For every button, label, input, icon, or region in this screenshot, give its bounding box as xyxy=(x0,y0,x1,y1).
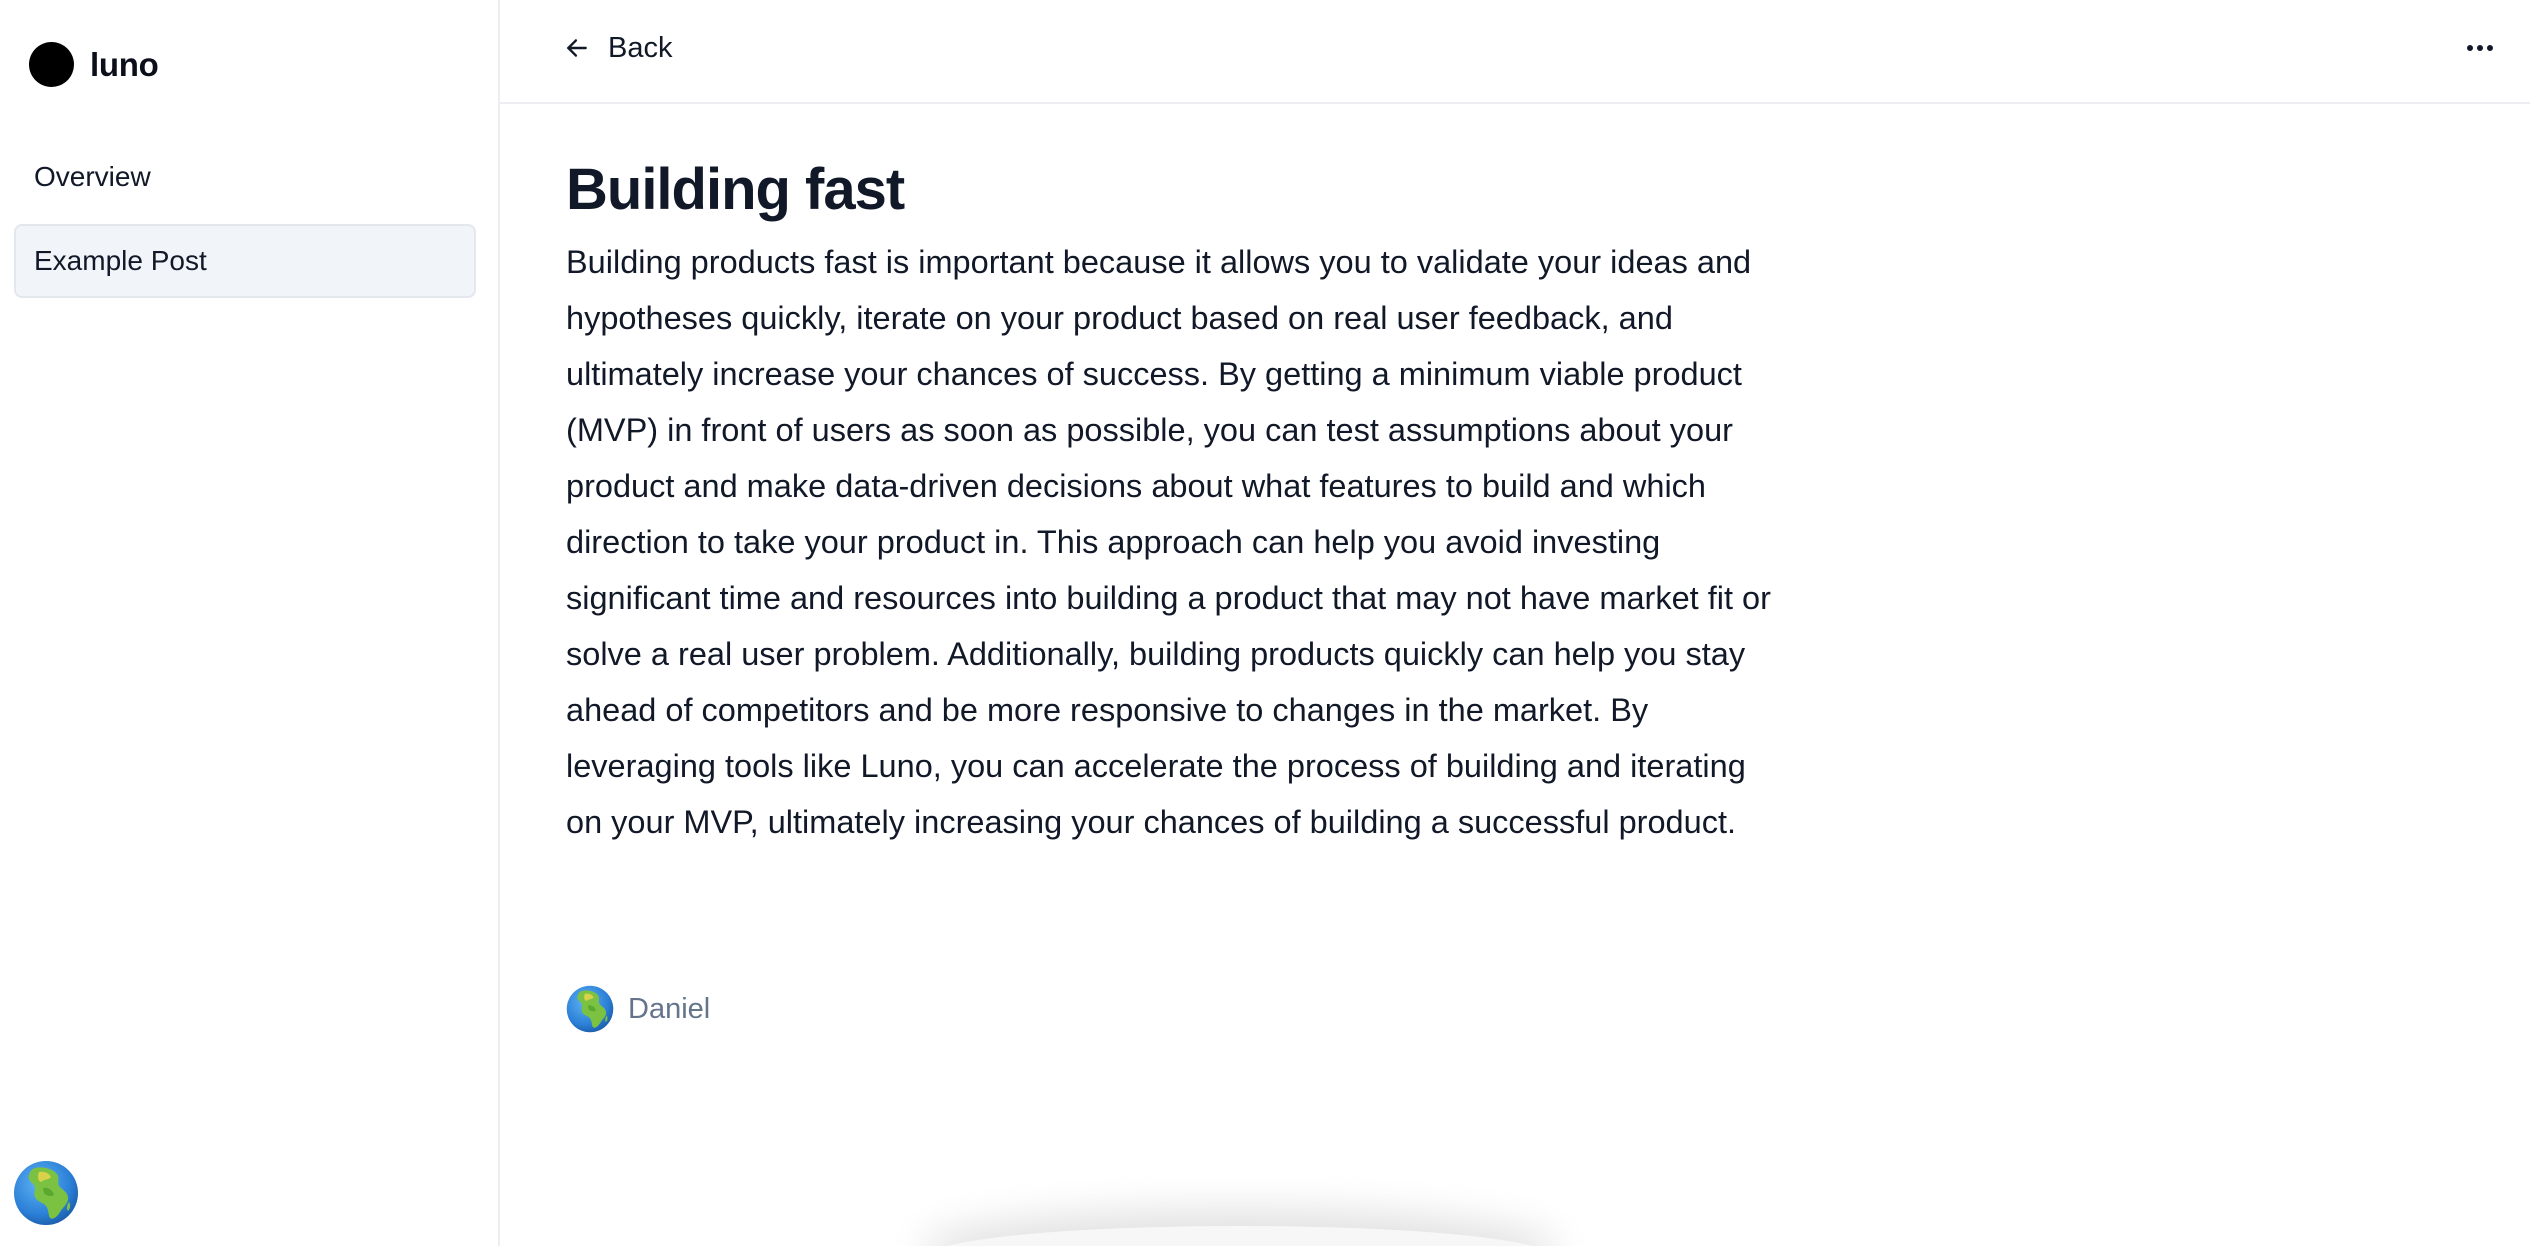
topbar: Back xyxy=(500,0,2530,104)
post-title: Building fast xyxy=(566,157,905,222)
main-content: Back Building fast Building products fas… xyxy=(500,0,2530,1246)
brand-logo xyxy=(29,42,74,87)
globe-africa-icon xyxy=(14,1161,78,1225)
post-author[interactable]: Daniel xyxy=(566,985,710,1033)
sidebar-item-label: Overview xyxy=(34,161,151,192)
arrow-left-icon xyxy=(567,39,587,57)
sidebar-item-overview[interactable]: Overview xyxy=(14,140,476,214)
sidebar: luno Overview Example Post xyxy=(0,0,500,1246)
app-root: luno Overview Example Post Back Building… xyxy=(0,0,2530,1246)
brand[interactable]: luno xyxy=(29,42,159,87)
more-horizontal-icon xyxy=(2467,45,2493,51)
user-avatar[interactable] xyxy=(13,1160,79,1226)
sidebar-nav: Overview Example Post xyxy=(14,140,476,308)
more-options-button[interactable] xyxy=(2460,30,2500,66)
back-label: Back xyxy=(608,31,673,64)
author-name: Daniel xyxy=(628,992,711,1025)
post-body: Building products fast is important beca… xyxy=(566,244,1771,840)
back-button[interactable]: Back xyxy=(554,26,682,70)
sidebar-item-example-post[interactable]: Example Post xyxy=(14,224,476,298)
post-article: Building fast Building products fast is … xyxy=(566,150,1776,850)
bottom-toolbar-shadow xyxy=(930,1226,1550,1246)
globe-africa-icon xyxy=(566,985,614,1033)
sidebar-item-label: Example Post xyxy=(34,245,207,276)
brand-name: luno xyxy=(90,45,159,83)
